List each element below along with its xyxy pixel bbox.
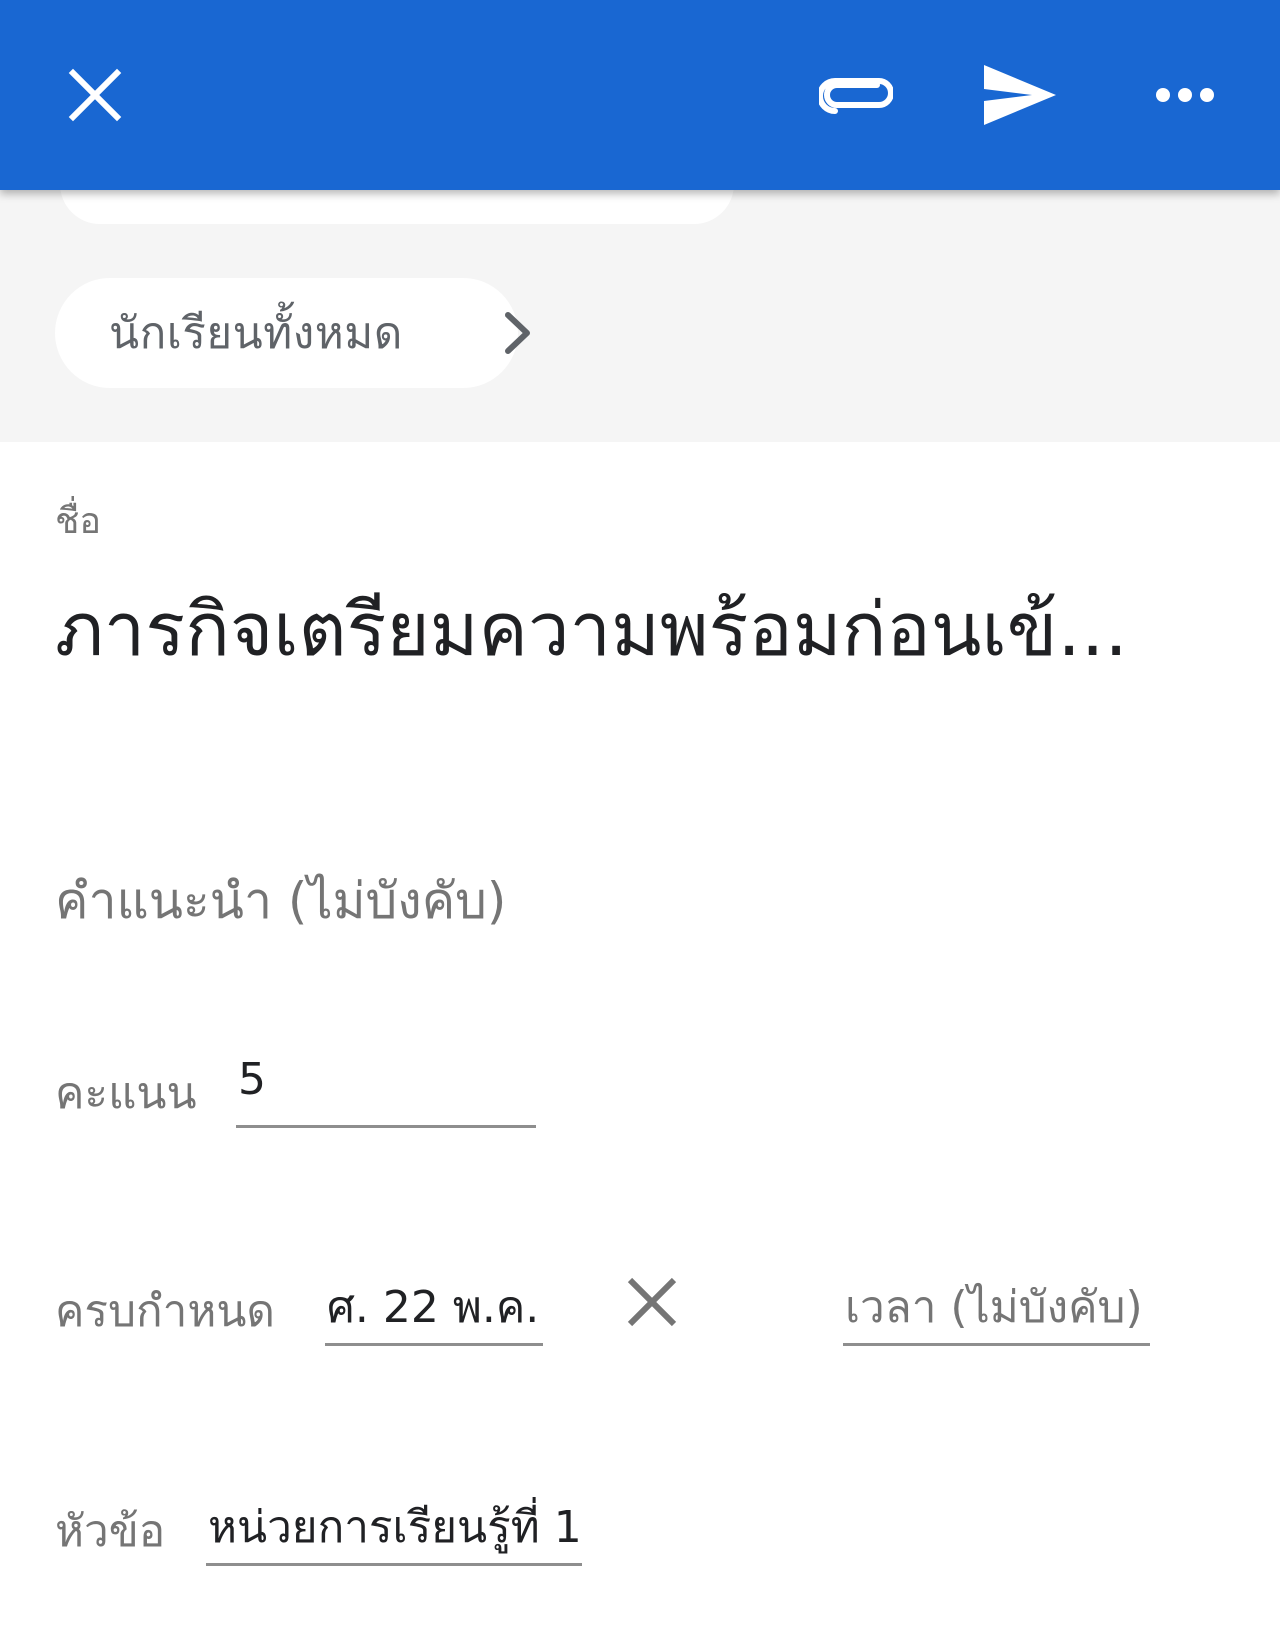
more-options-button[interactable] [1135, 45, 1235, 145]
audience-section: นักเรียนทั้งหมด [0, 160, 1280, 442]
points-input[interactable]: 5 [236, 1054, 536, 1128]
title-input[interactable]: ภารกิจเตรียมความพร้อมก่อนเข้... [55, 570, 1235, 688]
due-time-field[interactable]: เวลา (ไม่บังคับ) [843, 1272, 1150, 1346]
paperclip-icon [819, 78, 893, 114]
due-date-field[interactable]: ศ. 22 พ.ค. [325, 1272, 543, 1346]
topic-label: หัวข้อ [55, 1506, 166, 1557]
instructions-input[interactable]: คำแนะนำ (ไม่บังคับ) [55, 862, 506, 941]
more-horizontal-icon [1156, 88, 1214, 102]
audience-chip-label: นักเรียนทั้งหมด [109, 308, 403, 359]
close-icon [68, 68, 122, 122]
points-label: คะแนน [55, 1068, 197, 1119]
topic-field[interactable]: หน่วยการเรียนรู้ที่ 1 [206, 1492, 582, 1566]
send-button[interactable] [970, 45, 1070, 145]
send-icon [984, 65, 1056, 125]
top-app-bar [0, 0, 1280, 190]
close-icon [627, 1277, 677, 1327]
due-label: ครบกำหนด [55, 1286, 275, 1337]
chevron-right-icon [505, 312, 530, 354]
clear-due-date-button[interactable] [620, 1270, 684, 1334]
close-button[interactable] [45, 45, 145, 145]
assignment-editor: นักเรียนทั้งหมด ชื่อ ภารกิจเตรียมความพร้… [0, 0, 1280, 1626]
title-caption: ชื่อ [55, 501, 102, 542]
attach-button[interactable] [806, 45, 906, 145]
audience-chip[interactable]: นักเรียนทั้งหมด [55, 278, 530, 388]
